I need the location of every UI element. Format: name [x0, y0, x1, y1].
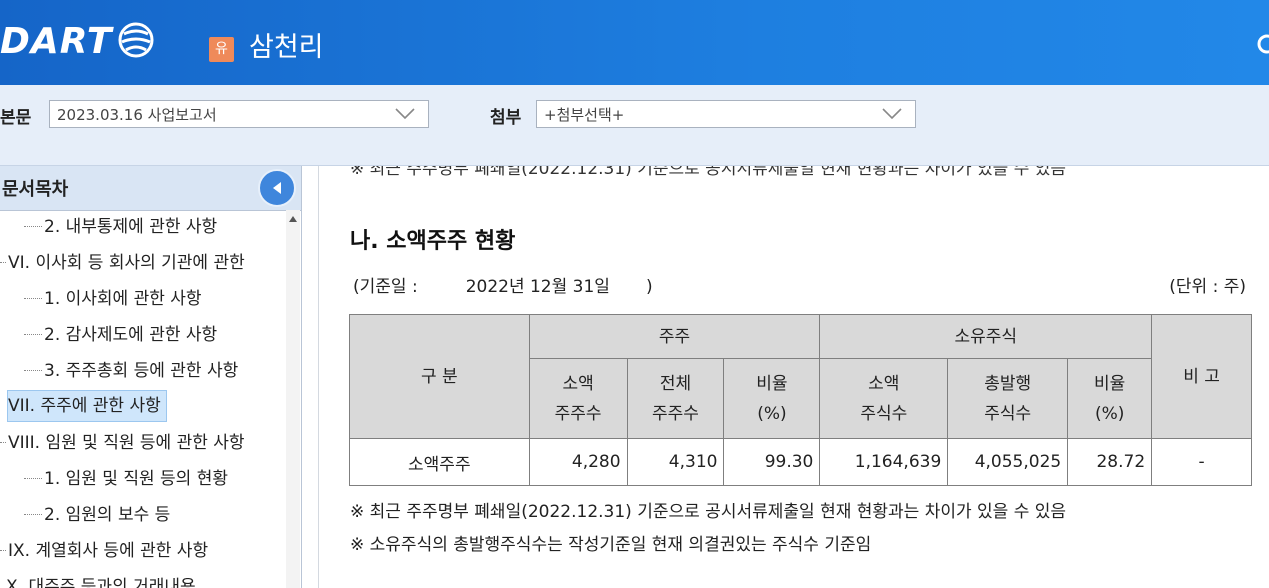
- cell-ratio-shares: 28.72: [1067, 438, 1153, 486]
- toc-item[interactable]: 2. 임원의 보수 등: [24, 500, 170, 530]
- header-shares: 소유주식: [819, 314, 1153, 359]
- document-toolbar: 본문 2023.03.16 사업보고서 첨부 +첨부선택+: [0, 85, 1269, 166]
- header-ratio-holders: 비율 (%): [723, 358, 821, 439]
- toc-sidebar: 문서목차 2. 내부통제에 관한 사항 VI. 이사회 등 회사의 기관에 관한…: [0, 166, 302, 588]
- toc-item-active[interactable]: VII. 주주에 관한 사항: [7, 390, 167, 422]
- dart-logo[interactable]: DART: [0, 20, 112, 64]
- toc-item[interactable]: 1. 이사회에 관한 사항: [24, 284, 202, 314]
- header-small-shares: 소액 주식수: [819, 358, 949, 439]
- toc-title: 문서목차: [2, 179, 69, 200]
- toc-item[interactable]: X. 대주주 등과의 거래내용: [6, 572, 196, 588]
- chevron-down-icon: [395, 108, 415, 120]
- chevron-down-icon: [882, 108, 902, 120]
- toc-item[interactable]: 3. 주주총회 등에 관한 사항: [24, 356, 238, 386]
- unit-label: (단위 : 주): [1169, 277, 1246, 297]
- header-total-holders: 전체 주주수: [626, 358, 725, 439]
- attachment-select[interactable]: +첨부선택+: [536, 100, 916, 128]
- header-gubun: 구 분: [349, 314, 530, 439]
- cell-small-shares: 1,164,639: [819, 438, 949, 486]
- toc-item[interactable]: 2. 감사제도에 관한 사항: [24, 320, 217, 350]
- toc-list: 2. 내부통제에 관한 사항 VI. 이사회 등 회사의 기관에 관한 1. 이…: [0, 210, 286, 588]
- toc-item[interactable]: VIII. 임원 및 직원 등에 관한 사항: [0, 428, 245, 458]
- document-viewer: ※ 최근 주주명부 폐쇄일(2022.12.31) 기준으로 공시서류제출일 현…: [318, 166, 1269, 588]
- globe-logo-icon: [118, 22, 154, 58]
- header-small-holders: 소액 주주수: [528, 358, 628, 439]
- cell-total-shares: 4,055,025: [947, 438, 1069, 486]
- cell-small-holders: 4,280: [528, 438, 628, 486]
- chevron-left-icon: [273, 182, 281, 194]
- toc-scrollbar[interactable]: [286, 210, 300, 588]
- section-title: 나. 소액주주 현황: [350, 229, 516, 254]
- toc-item[interactable]: 2. 내부통제에 관한 사항: [24, 212, 217, 242]
- attachment-select-value: +첨부선택+: [544, 106, 625, 124]
- table-row: 소액주주 4,280 4,310 99.30 1,164,639 4,055,0…: [349, 438, 1252, 486]
- note-text: ※ 최근 주주명부 폐쇄일(2022.12.31) 기준으로 공시서류제출일 현…: [350, 166, 1067, 179]
- note-text: ※ 소유주식의 총발행주식수는 작성기준일 현재 의결권있는 주식수 기준임: [350, 535, 872, 555]
- market-badge: 유: [209, 37, 234, 62]
- main-doc-label: 본문: [0, 108, 32, 128]
- toc-item[interactable]: VI. 이사회 등 회사의 기관에 관한: [0, 248, 245, 278]
- row-label: 소액주주: [349, 438, 530, 486]
- cell-ratio-holders: 99.30: [723, 438, 821, 486]
- collapse-sidebar-button[interactable]: [258, 169, 296, 207]
- header-bar: DART 유 삼천리: [0, 0, 1269, 85]
- search-icon[interactable]: [1254, 34, 1269, 56]
- scroll-up-icon[interactable]: [289, 216, 297, 222]
- cell-note: -: [1151, 438, 1252, 486]
- attachment-label: 첨부: [490, 108, 522, 128]
- toc-item[interactable]: IX. 계열회사 등에 관한 사항: [0, 536, 208, 566]
- cell-total-holders: 4,310: [626, 438, 725, 486]
- main-doc-select-value: 2023.03.16 사업보고서: [57, 106, 217, 124]
- header-shareholders: 주주: [528, 314, 821, 359]
- minority-shareholder-table: 구 분 주주 소유주식 비 고 소액 주주수 전체 주주수 비율 (%) 소액 주식수 …: [349, 314, 1252, 486]
- header-total-shares: 총발행 주식수: [947, 358, 1069, 439]
- header-note: 비 고: [1151, 314, 1252, 439]
- base-date: (기준일 :2022년 12월 31일): [353, 277, 653, 297]
- note-text: ※ 최근 주주명부 폐쇄일(2022.12.31) 기준으로 공시서류제출일 현…: [350, 502, 1067, 522]
- company-name: 삼천리: [249, 32, 324, 63]
- toc-item[interactable]: 1. 임원 및 직원 등의 현황: [24, 464, 228, 494]
- main-doc-select[interactable]: 2023.03.16 사업보고서: [49, 100, 429, 128]
- toc-header: 문서목차: [0, 166, 301, 211]
- header-ratio-shares: 비율 (%): [1067, 358, 1153, 439]
